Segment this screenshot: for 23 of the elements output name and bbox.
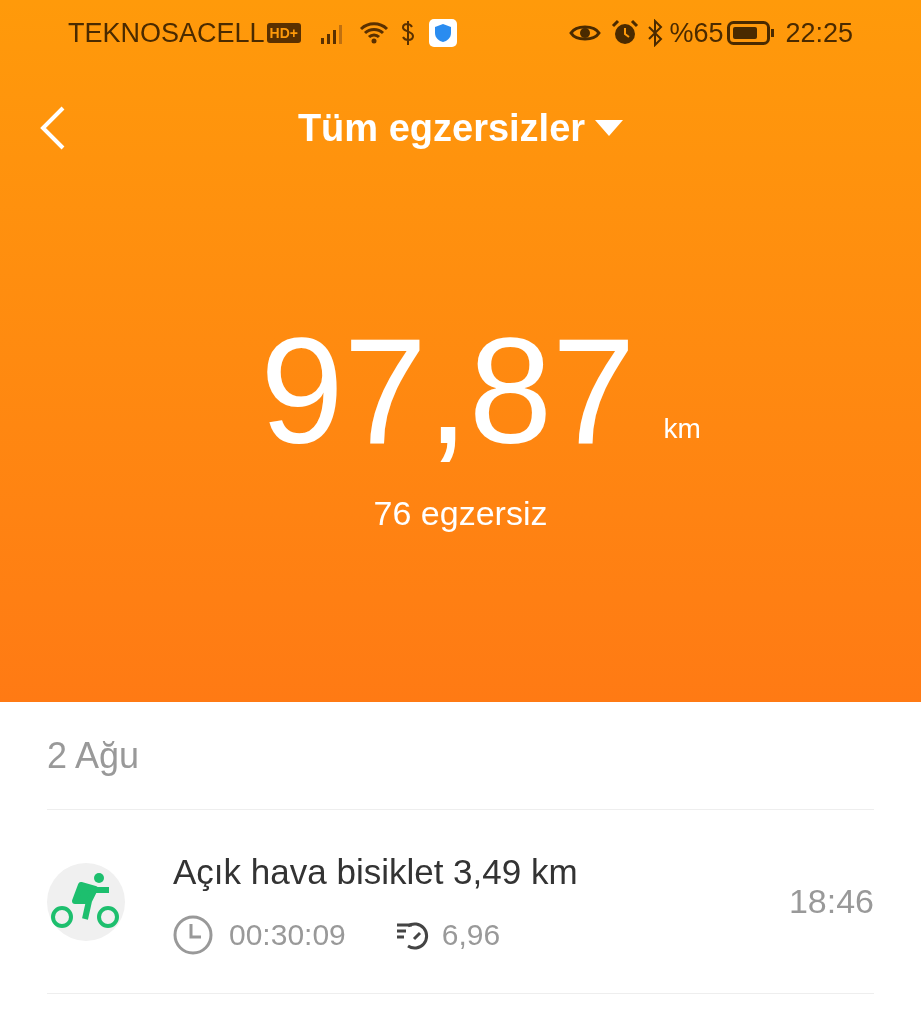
clock-time: 22:25 <box>785 16 853 50</box>
workout-duration: 00:30:09 <box>229 917 346 954</box>
carrier-name: TEKNOSACELL <box>68 16 265 50</box>
caret-icon <box>595 120 624 136</box>
clock-icon <box>173 914 213 955</box>
workout-count: 76 egzersiz <box>373 493 548 534</box>
wifi-icon <box>359 21 389 45</box>
cyclist-icon <box>47 862 125 941</box>
filter-dropdown[interactable]: Tüm egzersizler <box>297 99 624 157</box>
workout-title: Açık hava bisiklet 3,49 km <box>173 850 579 893</box>
alarm-icon <box>611 19 640 47</box>
bluetooth-icon <box>647 19 664 47</box>
total-distance: 97,87 <box>260 316 636 466</box>
date-heading: 2 Ağu <box>47 733 140 778</box>
back-icon[interactable] <box>40 106 66 150</box>
workout-pace: 6,96 <box>441 917 501 954</box>
battery-percent: %65 <box>669 16 724 50</box>
distance-unit: km <box>663 412 701 446</box>
workout-time: 18:46 <box>788 881 874 922</box>
battery-icon <box>727 21 776 45</box>
shield-icon <box>429 19 457 47</box>
dollar-icon <box>401 20 415 46</box>
hd-badge: HD+ <box>266 23 301 43</box>
